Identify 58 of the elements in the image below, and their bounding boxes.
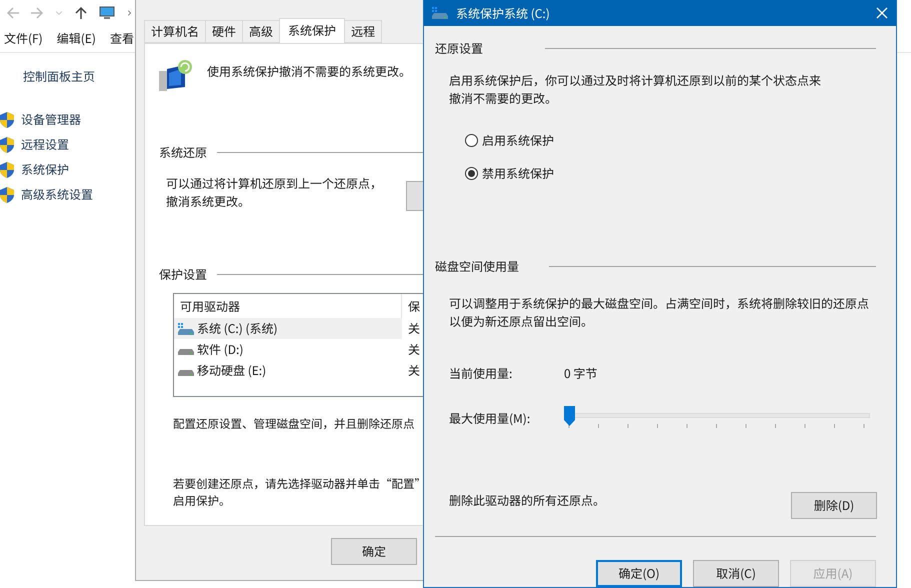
drive-name: 系统 (C:) (系统) (197, 320, 278, 337)
sidebar-link[interactable]: 高级系统设置 (21, 186, 94, 203)
system-drive-icon (432, 7, 448, 19)
dialog-button[interactable]: 确定(O) (596, 560, 682, 587)
drive-icon (178, 348, 194, 354)
ok-button[interactable]: 确定 (331, 538, 417, 565)
field-value: 0 字节 (564, 365, 598, 382)
description-text: 可以通过将计算机还原到上一个还原点，撤消系统更改。 (166, 175, 384, 211)
menu-item[interactable]: 文件(F) (4, 30, 43, 48)
tab[interactable]: 计算机名 (144, 20, 206, 43)
drive-name: 移动硬盘 (E:) (197, 362, 266, 379)
radio-option[interactable]: 禁用系统保护 (465, 165, 876, 182)
description-text: 可以调整用于系统保护的最大磁盘空间。占满空间时，系统将删除较旧的还原点以便为新还原点留出空间。 (449, 295, 869, 331)
system-drive-icon (178, 322, 194, 334)
field-label: 最大使用量(M): (449, 410, 532, 426)
dialog-button[interactable]: 取消(C) (693, 560, 779, 587)
shield-icon (0, 186, 14, 202)
tab[interactable]: 远程 (344, 20, 382, 43)
computer-icon (98, 6, 116, 20)
group-title: 还原设置 (435, 40, 484, 57)
menu-item[interactable]: 查看 (110, 30, 134, 48)
field-label: 当前使用量: (449, 365, 514, 382)
description-text: 配置还原设置、管理磁盘空间，并且删除还原点 (173, 416, 416, 432)
group-title: 系统还原 (159, 144, 208, 161)
tab[interactable]: 硬件 (205, 20, 244, 43)
tab[interactable]: 高级 (242, 20, 280, 43)
list-row[interactable]: 系统 (C:) (系统) (174, 318, 402, 339)
description-text: 使用系统保护撤消不需要的系统更改。 (207, 63, 412, 80)
description-text: 启用保护。 (173, 493, 232, 510)
shield-icon (0, 136, 14, 152)
column-header[interactable]: 保 (402, 294, 425, 318)
close-icon[interactable] (876, 7, 888, 19)
list-row[interactable]: 移动硬盘 (E:) (174, 360, 402, 381)
up-icon[interactable] (74, 6, 88, 20)
list-row[interactable]: 软件 (D:) (174, 339, 402, 360)
sidebar-link[interactable]: 远程设置 (21, 136, 70, 153)
description-text: 删除此驱动器的所有还原点。 (449, 492, 606, 509)
computer-restore-icon (159, 59, 193, 93)
description-text: 启用系统保护后，你可以通过及时将计算机还原到以前的某个状态点来撤消不需要的更改。 (449, 72, 821, 108)
shield-icon (0, 162, 14, 178)
group-title: 保护设置 (159, 266, 208, 283)
delete-button[interactable]: 删除(D) (791, 492, 877, 519)
table-cell-text: 关 (407, 362, 420, 379)
tab[interactable]: 系统保护 (279, 18, 346, 43)
table-cell-text: 关 (407, 341, 420, 358)
menu-item[interactable]: 编辑(E) (56, 30, 96, 48)
drive-icon (178, 370, 194, 376)
slider[interactable] (564, 406, 870, 430)
sidebar-link[interactable]: 系统保护 (21, 161, 70, 178)
slider-thumb[interactable] (564, 406, 575, 426)
group-title: 磁盘空间使用量 (435, 258, 520, 275)
radio-option[interactable]: 启用系统保护 (465, 132, 876, 149)
description-text: 若要创建还原点，请先选择驱动器并单击“配置” (173, 476, 425, 493)
window-title: 系统保护系统 (C:) (456, 4, 551, 22)
sidebar-link[interactable]: 设备管理器 (21, 111, 82, 128)
table-cell-text: 关 (407, 320, 420, 337)
drive-name: 软件 (D:) (197, 341, 244, 358)
shield-icon (0, 112, 14, 128)
